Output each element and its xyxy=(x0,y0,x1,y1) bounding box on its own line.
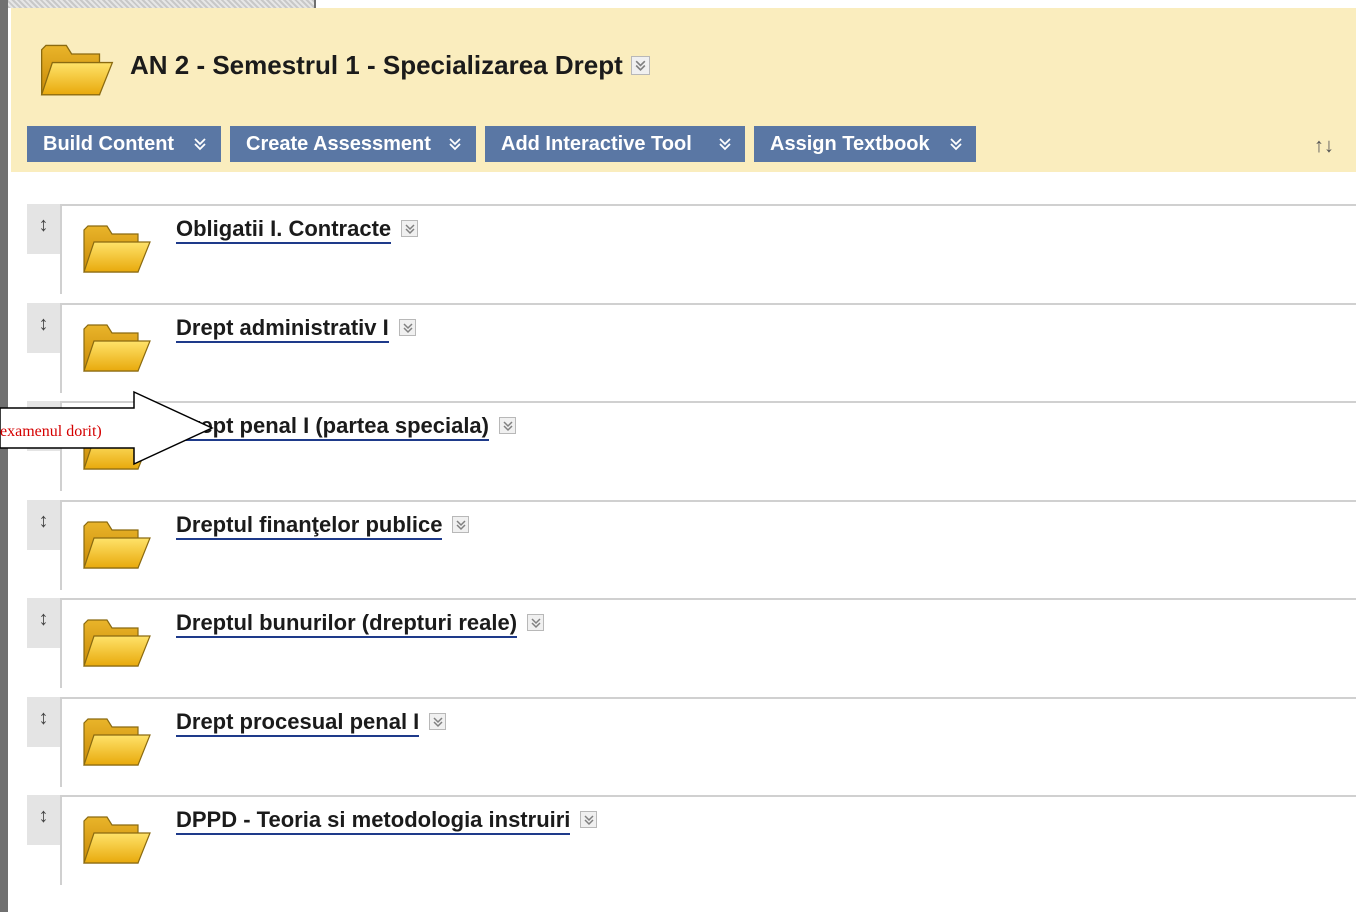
item-link[interactable]: Drept administrativ I xyxy=(176,315,389,343)
chevron-double-down-icon xyxy=(719,138,731,150)
top-frame-strip xyxy=(8,0,316,8)
item-title: Drept penal I (partea speciala) xyxy=(176,413,516,441)
chevron-double-down-icon[interactable] xyxy=(580,810,598,828)
item-title: DPPD - Teoria si metodologia instruiri xyxy=(176,807,598,835)
assign-textbook-button[interactable]: Assign Textbook xyxy=(754,126,976,162)
list-item: ↕ Obligatii I. Contracte xyxy=(27,204,1356,294)
list-item: ↕ Drept penal I (partea speciala) xyxy=(27,401,1356,491)
item-title: Obligatii I. Contracte xyxy=(176,216,419,244)
add-interactive-tool-label: Add Interactive Tool xyxy=(501,133,692,155)
drag-handle-icon[interactable]: ↕ xyxy=(27,500,60,550)
folder-icon xyxy=(83,225,151,273)
list-item: ↕ Drept administrativ I xyxy=(27,303,1356,393)
item-title: Dreptul finanţelor publice xyxy=(176,512,470,540)
item-link[interactable]: Drept procesual penal I xyxy=(176,709,420,737)
page-title: AN 2 - Semestrul 1 - Specializarea Drept xyxy=(130,50,650,81)
item-title: Drept procesual penal I xyxy=(176,709,447,737)
callout-text: examenul dorit) xyxy=(0,423,102,440)
list-item: ↕ DPPD - Teoria si metodologia instruiri xyxy=(27,795,1356,885)
create-assessment-label: Create Assessment xyxy=(246,133,431,155)
item-link[interactable]: Dreptul bunurilor (drepturi reale) xyxy=(176,610,518,638)
drag-handle-icon[interactable]: ↕ xyxy=(27,598,60,648)
folder-icon xyxy=(83,619,151,667)
add-interactive-tool-button[interactable]: Add Interactive Tool xyxy=(485,126,745,162)
folder-icon xyxy=(83,718,151,766)
chevron-double-down-icon[interactable] xyxy=(429,712,447,730)
create-assessment-button[interactable]: Create Assessment xyxy=(230,126,476,162)
chevron-double-down-icon[interactable] xyxy=(499,416,516,434)
folder-icon xyxy=(40,44,114,96)
chevron-double-down-icon[interactable] xyxy=(630,55,650,75)
chevron-double-down-icon[interactable] xyxy=(452,515,470,533)
assign-textbook-label: Assign Textbook xyxy=(770,133,930,155)
build-content-button[interactable]: Build Content xyxy=(27,126,221,162)
chevron-double-down-icon xyxy=(194,138,206,150)
drag-handle-icon[interactable]: ↕ xyxy=(27,303,60,353)
folder-icon xyxy=(83,816,151,864)
item-link[interactable]: Obligatii I. Contracte xyxy=(176,216,392,244)
chevron-double-down-icon xyxy=(449,138,461,150)
folder-icon xyxy=(83,521,151,569)
item-title: Drept administrativ I xyxy=(176,315,416,343)
list-item: ↕ Dreptul bunurilor (drepturi reale) xyxy=(27,598,1356,688)
item-link[interactable]: DPPD - Teoria si metodologia instruiri xyxy=(176,807,571,835)
drag-handle-icon[interactable]: ↕ xyxy=(27,204,60,254)
sort-icon[interactable]: ↑↓ xyxy=(1300,128,1348,164)
item-title: Dreptul bunurilor (drepturi reale) xyxy=(176,610,545,638)
drag-handle-icon[interactable]: ↕ xyxy=(27,795,60,845)
chevron-double-down-icon[interactable] xyxy=(398,318,416,336)
chevron-double-down-icon[interactable] xyxy=(527,613,545,631)
list-item: ↕ Dreptul finanţelor publice xyxy=(27,500,1356,590)
list-item: ↕ Drept procesual penal I xyxy=(27,697,1356,787)
chevron-double-down-icon xyxy=(950,138,962,150)
build-content-label: Build Content xyxy=(43,133,175,155)
drag-handle-icon[interactable]: ↕ xyxy=(27,697,60,747)
chevron-double-down-icon[interactable] xyxy=(401,219,419,237)
item-link[interactable]: Dreptul finanţelor publice xyxy=(176,512,443,540)
item-link[interactable]: Drept penal I (partea speciala) xyxy=(176,413,489,441)
folder-icon xyxy=(83,324,151,372)
page-title-text: AN 2 - Semestrul 1 - Specializarea Drept xyxy=(130,50,623,80)
